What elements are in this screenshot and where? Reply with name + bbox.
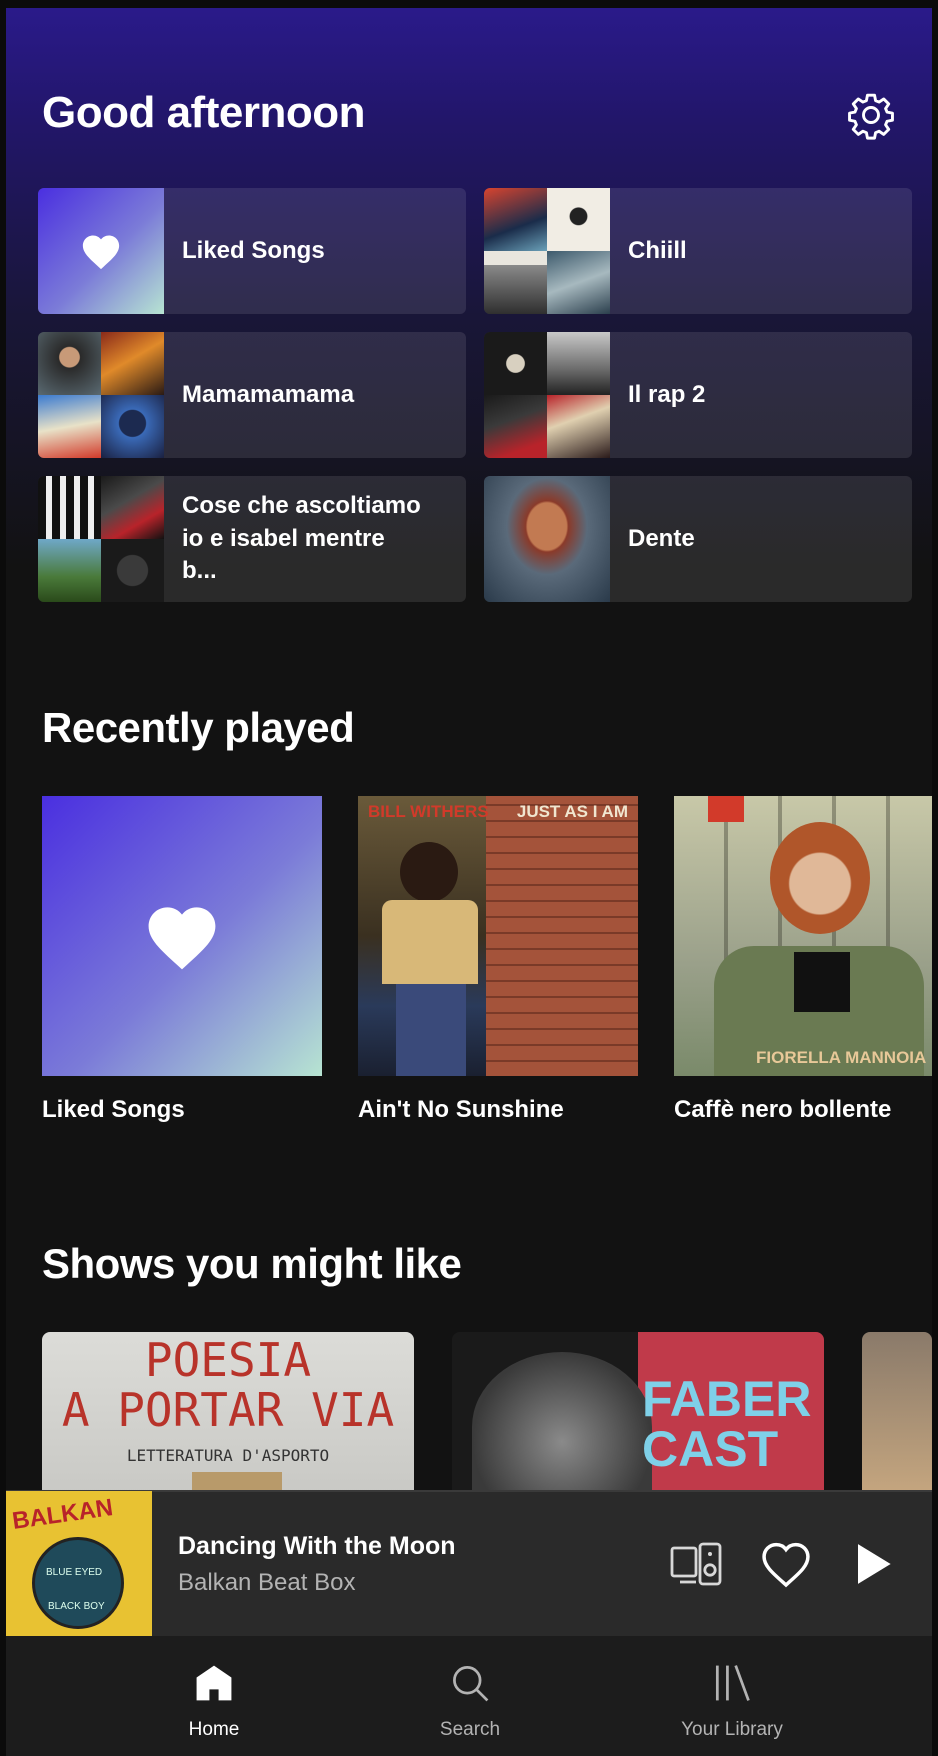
cover-figure-jeans [396, 984, 466, 1076]
album-art [547, 332, 610, 395]
tab-label: Your Library [681, 1719, 783, 1740]
cover-artist-text: BILL WITHERS [368, 802, 489, 821]
album-art [484, 332, 547, 395]
app-frame: Good afternoon Liked Songs Chiill Mamama… [6, 8, 932, 1756]
quick-tile-cose-che-ascoltiamo[interactable]: Cose che ascoltiamo io e isabel mentre b… [38, 476, 466, 602]
greeting-title: Good afternoon [42, 88, 365, 137]
album-art [484, 188, 547, 251]
tab-label: Home [188, 1719, 240, 1740]
cover-corner-badge [708, 796, 744, 822]
card-caption: Ain't No Sunshine [358, 1096, 564, 1123]
heart-icon [82, 235, 120, 270]
bottom-tab-bar: Home Search Your Library [6, 1636, 932, 1756]
mamamamama-mosaic [38, 332, 164, 458]
cover-figure-head [400, 842, 458, 902]
now-playing-bar[interactable]: BALKAN BLUE EYED BLACK BOY Dancing With … [6, 1490, 932, 1637]
tile-label: Mamamamama [182, 380, 355, 408]
cover-emblem [32, 1537, 124, 1629]
cover-artist-text: FIORELLA MANNOIA [756, 1048, 927, 1067]
tab-home[interactable]: Home [114, 1660, 314, 1741]
liked-songs-art [38, 188, 164, 314]
tile-label: Liked Songs [182, 236, 325, 264]
album-art [484, 395, 547, 458]
quick-tile-dente[interactable]: Dente [484, 476, 912, 602]
show-cover-line-1: POESIA [144, 1333, 312, 1387]
quick-tile-chiill[interactable]: Chiill [484, 188, 912, 314]
album-art [547, 251, 610, 314]
cover-title-text: BALKAN [10, 1494, 115, 1535]
track-artist: Balkan Beat Box [178, 1568, 356, 1596]
cover-album-text: JUST AS I AM [516, 802, 628, 821]
album-art [101, 395, 164, 458]
shows-title: Shows you might like [42, 1240, 462, 1287]
show-cover-face [472, 1352, 652, 1502]
play-icon[interactable] [844, 1536, 900, 1592]
cover-figure-head [770, 822, 870, 934]
show-cover-line-2: CAST [642, 1421, 779, 1477]
card-caption: Caffè nero bollente [674, 1096, 892, 1123]
album-art [38, 332, 101, 395]
album-art [484, 251, 547, 314]
show-card-faber-cast[interactable]: FABER CAST [452, 1332, 824, 1502]
show-cover-line-2: A PORTAR VIA [61, 1383, 395, 1437]
like-heart-icon[interactable] [758, 1536, 814, 1592]
show-card-partial[interactable] [862, 1332, 932, 1502]
show-cover-line-1: FABER [642, 1371, 812, 1427]
aint-no-sunshine-cover: BILL WITHERS JUST AS I AM [358, 796, 638, 1076]
tile-label: Chiill [628, 236, 687, 264]
library-icon [715, 1665, 750, 1701]
album-art [101, 539, 164, 602]
quick-tile-liked-songs[interactable]: Liked Songs [38, 188, 466, 314]
recent-card-liked-songs[interactable]: Liked Songs [42, 796, 322, 1124]
quick-tile-mamamamama[interactable]: Mamamamama [38, 332, 466, 458]
show-cover-line-3: LETTERATURA D'ASPORTO [126, 1446, 330, 1465]
dente-art [484, 476, 610, 602]
cover-figure-top [794, 952, 850, 1012]
album-art [547, 395, 610, 458]
tile-label: Cose che ascoltiamo io e isabel mentre b… [182, 492, 421, 585]
liked-songs-cover [42, 796, 322, 1076]
now-playing-cover: BALKAN BLUE EYED BLACK BOY [6, 1491, 152, 1637]
recent-card-caffe-nero-bollente[interactable]: FIORELLA MANNOIA Caffè nero bollente [674, 796, 932, 1124]
tab-label: Search [439, 1719, 501, 1740]
tab-your-library[interactable]: Your Library [632, 1660, 832, 1741]
album-art [101, 476, 164, 539]
album-art [38, 539, 101, 602]
chiill-mosaic [484, 188, 610, 314]
quick-tile-il-rap-2[interactable]: Il rap 2 [484, 332, 912, 458]
tile-label: Il rap 2 [628, 380, 706, 408]
tile-label: Dente [628, 524, 695, 552]
caffe-nero-bollente-cover: FIORELLA MANNOIA [674, 796, 932, 1076]
album-art [547, 188, 610, 251]
recently-played-title: Recently played [42, 704, 355, 751]
il-rap-2-mosaic [484, 332, 610, 458]
cover-emblem-text: BLUE EYED [46, 1567, 103, 1578]
search-icon [453, 1666, 489, 1702]
show-card-poesia[interactable]: POESIA A PORTAR VIA LETTERATURA D'ASPORT… [42, 1332, 414, 1502]
album-art [38, 395, 101, 458]
recent-card-aint-no-sunshine[interactable]: BILL WITHERS JUST AS I AM Ain't No Sunsh… [358, 796, 638, 1124]
cover-figure-shirt [382, 900, 478, 984]
card-caption: Liked Songs [42, 1096, 185, 1123]
cose-mosaic [38, 476, 164, 602]
now-playing-meta[interactable]: Dancing With the Moon Balkan Beat Box [178, 1532, 456, 1597]
devices-icon[interactable] [668, 1536, 724, 1592]
gear-icon[interactable] [846, 90, 896, 140]
tab-search[interactable]: Search [370, 1660, 570, 1741]
album-art [38, 476, 101, 539]
track-title: Dancing With the Moon [178, 1531, 456, 1560]
cover-emblem-text: BLACK BOY [48, 1601, 105, 1612]
heart-icon [148, 907, 216, 970]
home-icon [196, 1665, 232, 1701]
album-art [101, 332, 164, 395]
